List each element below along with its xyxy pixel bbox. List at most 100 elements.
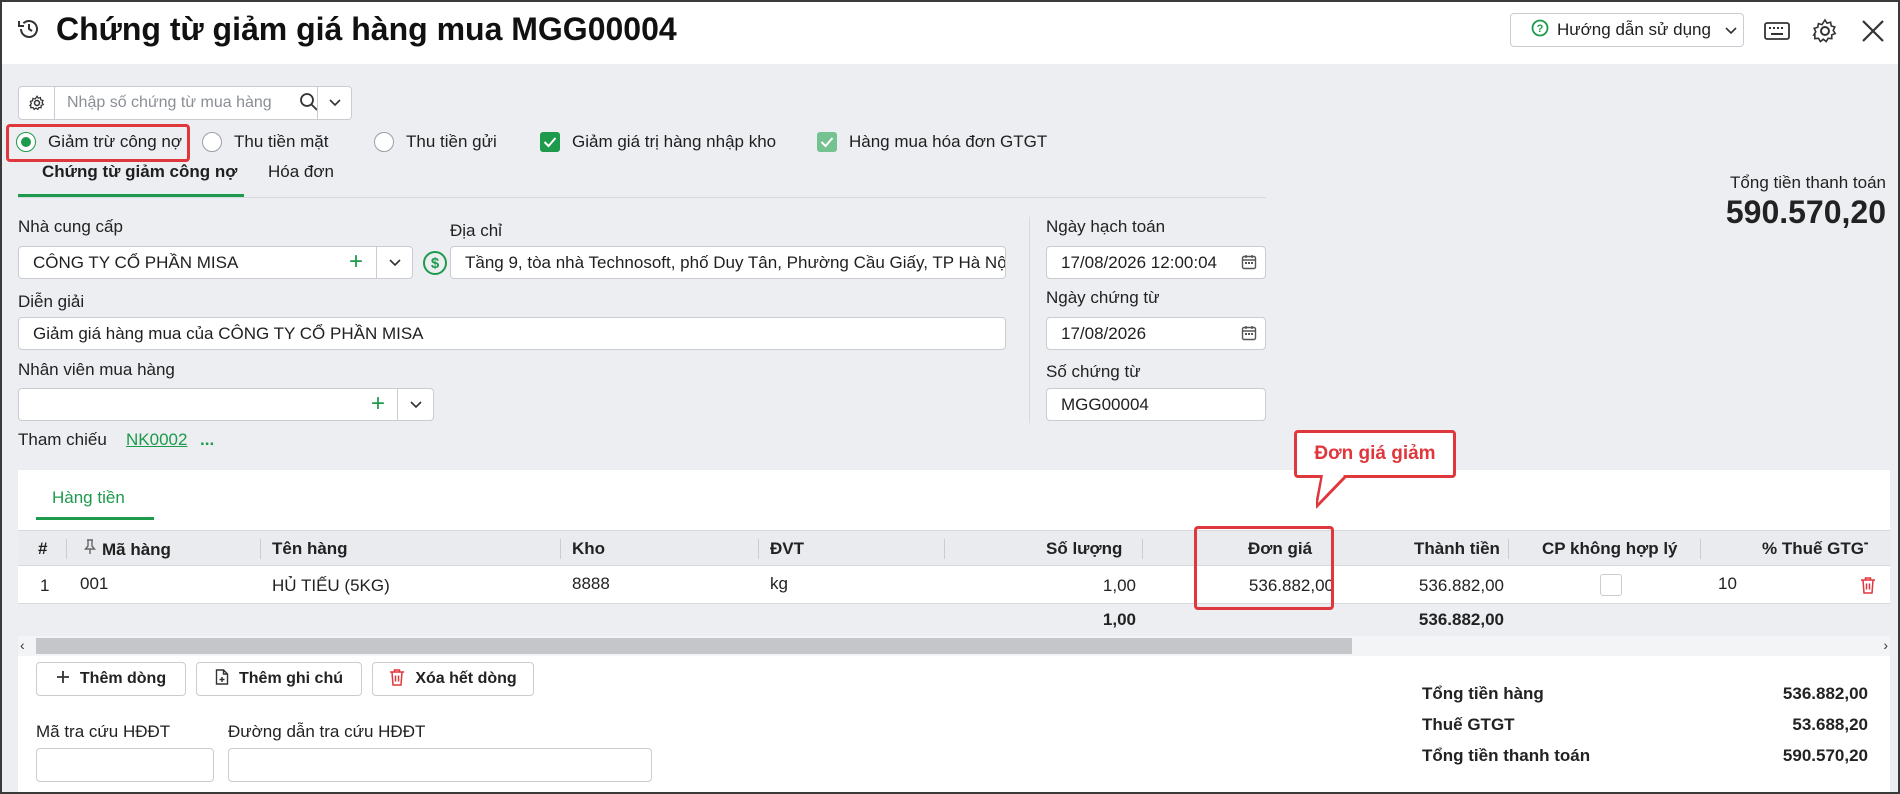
table-footer: 1,00 536.882,00 bbox=[18, 604, 1890, 636]
summary-total-value: 590.570,20 bbox=[1782, 746, 1868, 765]
tab-reduce-debt-voucher[interactable]: Chứng từ giảm công nợ bbox=[42, 162, 237, 182]
search-icon[interactable] bbox=[299, 92, 319, 117]
posting-date-label: Ngày hạch toán bbox=[1046, 217, 1166, 236]
total-payment-value: 590.570,20 bbox=[1725, 194, 1886, 230]
page-title: Chứng từ giảm giá hàng mua MGG00004 bbox=[56, 11, 677, 47]
buyer-dropdown-icon[interactable] bbox=[397, 389, 433, 420]
horizontal-scrollbar[interactable]: ‹ › bbox=[18, 636, 1890, 656]
voucher-tabs: Chứng từ giảm công nợ Hóa đơn bbox=[18, 158, 1266, 198]
cell-amount[interactable]: 536.882,00 bbox=[1419, 576, 1504, 596]
delete-all-rows-button[interactable]: Xóa hết dòng bbox=[372, 662, 534, 696]
voucher-no-value: MGG00004 bbox=[1061, 394, 1149, 414]
voucher-date-field[interactable]: 17/08/2026 bbox=[1046, 317, 1266, 350]
description-field[interactable]: Giảm giá hàng mua của CÔNG TY CỔ PHẦN MI… bbox=[18, 317, 1006, 350]
col-separator bbox=[758, 539, 759, 559]
posting-date-field[interactable]: 17/08/2026 12:00:04 bbox=[1046, 246, 1266, 279]
supplier-dropdown-icon[interactable] bbox=[376, 247, 412, 278]
form-divider bbox=[1029, 217, 1030, 423]
tab-invoice[interactable]: Hóa đơn bbox=[268, 162, 334, 182]
option-cash-label: Thu tiền mặt bbox=[234, 132, 329, 151]
reference-more-button[interactable]: ... bbox=[200, 430, 214, 450]
cell-unit[interactable]: kg bbox=[770, 574, 788, 594]
highlight-box-reduce-debt bbox=[6, 124, 190, 162]
add-row-label: Thêm dòng bbox=[79, 670, 167, 687]
col-separator bbox=[260, 539, 261, 559]
checkbox-checked-icon bbox=[817, 132, 837, 152]
address-field[interactable]: Tầng 9, tòa nhà Technosoft, phố Duy Tân,… bbox=[450, 246, 1006, 279]
summary-total-label: Tổng tiền thanh toán bbox=[1422, 746, 1591, 765]
search-settings-icon[interactable] bbox=[19, 87, 55, 119]
delete-all-rows-label: Xóa hết dòng bbox=[415, 670, 517, 687]
help-button-label: Hướng dẫn sử dụng bbox=[1557, 20, 1711, 39]
pin-icon[interactable] bbox=[84, 539, 96, 560]
cell-vat-rate[interactable]: 10 bbox=[1718, 574, 1737, 594]
detail-panel: Hàng tiền # Mã hàng Tên hàng Kho ĐVT Số … bbox=[18, 470, 1890, 792]
dollar-icon[interactable]: $ bbox=[423, 251, 447, 275]
option-cash[interactable]: Thu tiền mặt bbox=[202, 132, 329, 152]
scroll-left-icon[interactable]: ‹ bbox=[20, 637, 25, 653]
help-button[interactable]: ? Hướng dẫn sử dụng bbox=[1510, 13, 1744, 47]
col-separator bbox=[560, 539, 561, 559]
cell-quantity[interactable]: 1,00 bbox=[1103, 576, 1136, 596]
lookup-code-input[interactable] bbox=[36, 748, 214, 782]
cell-code[interactable]: 001 bbox=[80, 574, 108, 594]
add-supplier-icon[interactable]: + bbox=[349, 248, 363, 276]
checkbox-checked-icon bbox=[540, 132, 560, 152]
lookup-code-label: Mã tra cứu HĐĐT bbox=[36, 722, 171, 741]
col-unit[interactable]: ĐVT bbox=[770, 539, 804, 559]
option-deposit-label: Thu tiền gửi bbox=[406, 132, 497, 151]
reference-link[interactable]: NK0002 bbox=[126, 430, 187, 450]
col-code-label: Mã hàng bbox=[102, 539, 171, 559]
col-unreasonable-cost[interactable]: CP không hợp lý bbox=[1542, 539, 1678, 559]
supplier-field[interactable]: CÔNG TY CỔ PHẦN MISA + bbox=[18, 246, 413, 279]
address-value: Tầng 9, tòa nhà Technosoft, phố Duy Tân,… bbox=[465, 252, 1006, 272]
col-separator bbox=[1700, 539, 1701, 559]
summary-vat-value: 53.688,20 bbox=[1792, 715, 1868, 734]
radio-icon bbox=[202, 132, 222, 152]
scroll-right-icon[interactable]: › bbox=[1883, 637, 1888, 653]
add-row-button[interactable]: Thêm dòng bbox=[36, 662, 186, 696]
add-note-button[interactable]: Thêm ghi chú bbox=[196, 662, 362, 696]
tab-goods-money[interactable]: Hàng tiền bbox=[52, 488, 125, 508]
history-icon[interactable] bbox=[16, 16, 42, 42]
search-input[interactable] bbox=[67, 91, 287, 115]
col-vat-rate[interactable]: % Thuế GTGT bbox=[1762, 539, 1868, 559]
option-vat-invoice[interactable]: Hàng mua hóa đơn GTGT bbox=[817, 132, 1047, 152]
voucher-no-label: Số chứng từ bbox=[1046, 362, 1141, 381]
col-separator bbox=[1142, 539, 1143, 559]
calendar-icon[interactable] bbox=[1241, 325, 1257, 346]
cell-warehouse[interactable]: 8888 bbox=[572, 574, 610, 594]
delete-row-icon[interactable] bbox=[1860, 576, 1876, 599]
col-amount[interactable]: Thành tiền bbox=[1414, 539, 1500, 559]
col-code[interactable]: Mã hàng bbox=[84, 539, 171, 560]
trash-icon bbox=[389, 668, 405, 691]
col-separator bbox=[944, 539, 945, 559]
option-inventory-reduce[interactable]: Giảm giá trị hàng nhập kho bbox=[540, 132, 776, 152]
reference-label: Tham chiếu bbox=[18, 430, 107, 449]
voucher-no-field[interactable]: MGG00004 bbox=[1046, 388, 1266, 421]
calendar-icon[interactable] bbox=[1241, 254, 1257, 275]
search-dropdown-icon[interactable] bbox=[317, 87, 351, 119]
radio-icon bbox=[374, 132, 394, 152]
supplier-value: CÔNG TY CỔ PHẦN MISA bbox=[33, 252, 239, 272]
col-name[interactable]: Tên hàng bbox=[272, 539, 348, 559]
cell-name[interactable]: HỦ TIẾU (5KG) bbox=[272, 576, 390, 596]
gear-icon[interactable] bbox=[1810, 16, 1840, 46]
chevron-down-icon bbox=[1725, 20, 1737, 40]
lookup-url-input[interactable] bbox=[228, 748, 652, 782]
add-buyer-icon[interactable]: + bbox=[371, 390, 385, 418]
summary-goods-value: 536.882,00 bbox=[1782, 684, 1868, 703]
close-icon[interactable] bbox=[1858, 16, 1888, 46]
col-warehouse[interactable]: Kho bbox=[572, 539, 605, 559]
col-quantity[interactable]: Số lượng bbox=[1046, 539, 1122, 559]
footer-amount: 536.882,00 bbox=[1418, 610, 1504, 629]
unreasonable-cost-checkbox[interactable] bbox=[1600, 574, 1622, 596]
keyboard-icon[interactable] bbox=[1762, 16, 1792, 46]
lookup-url-label: Đường dẫn tra cứu HĐĐT bbox=[228, 722, 426, 741]
footer-quantity: 1,00 bbox=[1102, 610, 1136, 629]
scrollbar-thumb[interactable] bbox=[36, 638, 1352, 654]
option-deposit[interactable]: Thu tiền gửi bbox=[374, 132, 497, 152]
description-value: Giảm giá hàng mua của CÔNG TY CỔ PHẦN MI… bbox=[33, 323, 424, 343]
summary-goods-label: Tổng tiền hàng bbox=[1422, 684, 1544, 703]
buyer-field[interactable]: + bbox=[18, 388, 434, 421]
